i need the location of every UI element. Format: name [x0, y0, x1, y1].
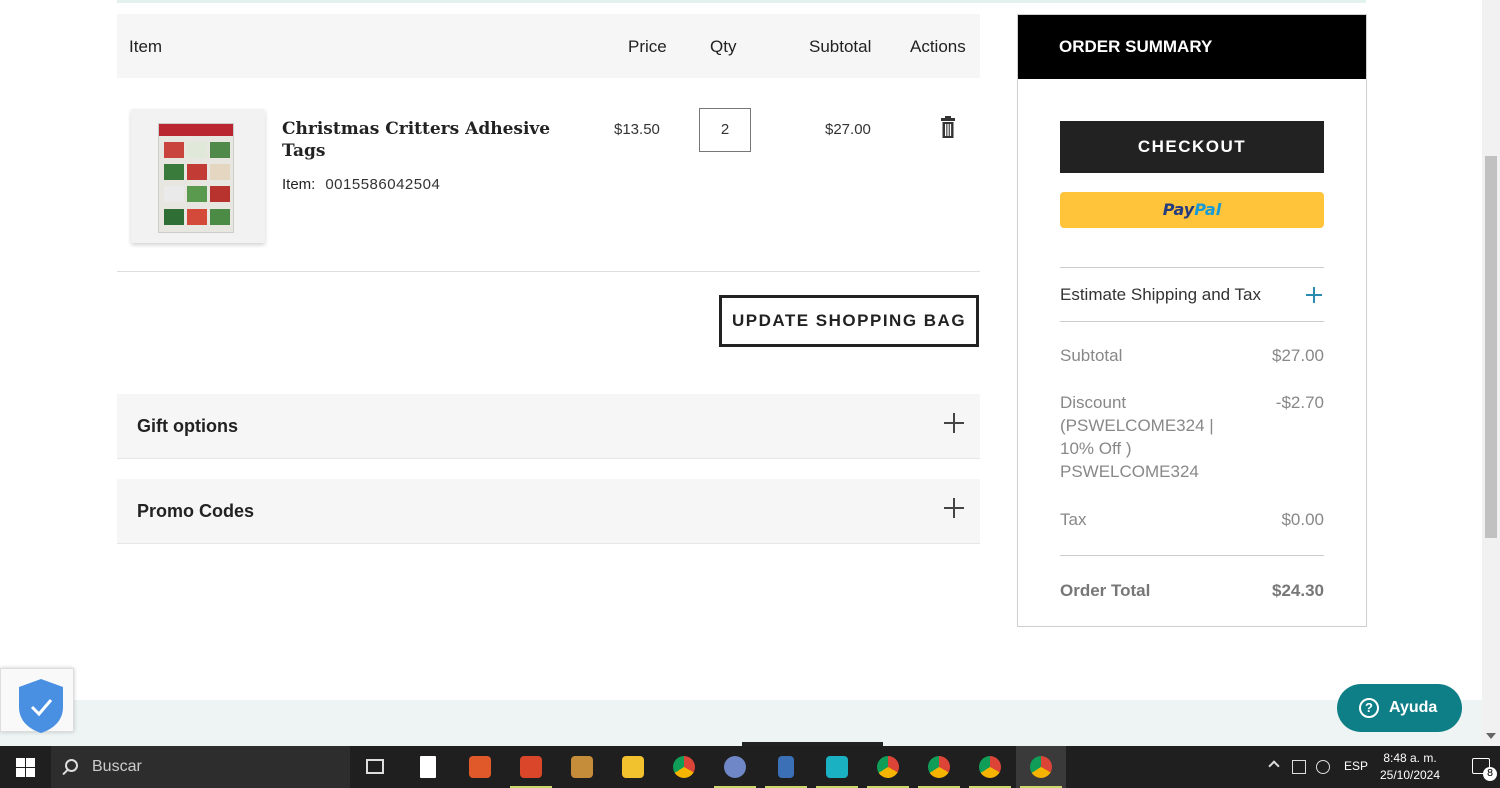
- calculator-icon[interactable]: [761, 746, 811, 788]
- header-actions: Actions: [910, 37, 966, 56]
- monitor-app-icon[interactable]: [812, 746, 862, 788]
- sku-label: Item:: [282, 176, 316, 193]
- estimate-shipping-label: Estimate Shipping and Tax: [1060, 285, 1261, 304]
- discount-label-line: 10% Off ): [1060, 439, 1132, 458]
- chrome-profile-icon-active[interactable]: [1016, 746, 1066, 788]
- plus-icon: [1306, 287, 1322, 303]
- header-qty: Qty: [710, 37, 737, 56]
- clock-date: 25/10/2024: [1379, 768, 1441, 782]
- sku-value: 0015586042504: [325, 176, 441, 193]
- language-indicator[interactable]: ESP: [1344, 759, 1368, 773]
- product-sku: Item: 0015586042504: [282, 176, 440, 193]
- network-icon[interactable]: [1292, 760, 1306, 774]
- update-shopping-bag-button[interactable]: UPDATE SHOPPING BAG: [719, 295, 979, 347]
- plus-icon: [944, 498, 964, 518]
- discount-label-line: Discount: [1060, 393, 1127, 412]
- checkout-button[interactable]: CHECKOUT: [1060, 121, 1324, 173]
- top-strip: [117, 0, 1366, 3]
- chrome-profile-icon-2[interactable]: [914, 746, 964, 788]
- tax-label: Tax: [1060, 510, 1087, 529]
- cart-table-header: Item Price Qty Subtotal Actions: [117, 14, 980, 78]
- chrome-profile-icon[interactable]: [863, 746, 913, 788]
- chrome-icon[interactable]: [659, 746, 709, 788]
- scrollbar-thumb[interactable]: [1485, 156, 1497, 538]
- web-page: Item Price Qty Subtotal Actions Christma…: [0, 0, 1482, 746]
- order-summary-panel: ORDER SUMMARY CHECKOUT PayPal Estimate S…: [1017, 14, 1367, 627]
- page-scrollbar[interactable]: [1482, 0, 1500, 746]
- paypal-logo-pay: Pay: [1162, 200, 1195, 219]
- recaptcha-badge[interactable]: [0, 668, 74, 733]
- promo-codes-accordion[interactable]: Promo Codes: [117, 479, 980, 544]
- header-subtotal: Subtotal: [809, 37, 872, 56]
- paypal-logo-pal: Pal: [1194, 200, 1222, 219]
- product-image: [158, 123, 234, 233]
- unit-price: $13.50: [614, 121, 660, 138]
- quantity-input[interactable]: 2: [699, 108, 751, 152]
- clock-time: 8:48 a. m.: [1383, 751, 1437, 765]
- chevron-up-icon[interactable]: [1268, 760, 1280, 772]
- help-chat-button[interactable]: ? Ayuda: [1337, 684, 1462, 732]
- chrome-profile-icon-3[interactable]: [965, 746, 1015, 788]
- taskbar-search[interactable]: Buscar: [51, 746, 350, 788]
- game-app-icon[interactable]: [455, 746, 505, 788]
- order-summary-title: ORDER SUMMARY: [1018, 15, 1366, 79]
- discount-label-line: PSWELCOME324: [1060, 462, 1199, 481]
- help-label: Ayuda: [1389, 699, 1438, 716]
- cart-item-row: Christmas Critters Adhesive Tags Item: 00…: [117, 78, 980, 272]
- plus-icon: [944, 413, 964, 433]
- file-explorer-icon[interactable]: [608, 746, 658, 788]
- tax-value: $0.00: [1281, 510, 1324, 529]
- subtotal-label: Subtotal: [1060, 346, 1123, 365]
- file-app-icon[interactable]: [402, 746, 452, 788]
- paint-app-icon[interactable]: [557, 746, 607, 788]
- row-subtotal: $27.00: [825, 121, 871, 138]
- windows-taskbar: Buscar ESP 8:48 a. m. 25/10/2024 8: [0, 746, 1500, 788]
- estimate-shipping-toggle[interactable]: Estimate Shipping and Tax: [1060, 267, 1324, 322]
- header-item: Item: [129, 37, 163, 56]
- order-total-value: $24.30: [1272, 581, 1324, 600]
- discount-label-line: (PSWELCOME324 |: [1060, 416, 1214, 435]
- trash-icon[interactable]: [941, 116, 955, 138]
- product-thumbnail[interactable]: [131, 109, 265, 243]
- subtotal-value: $27.00: [1272, 346, 1324, 365]
- discount-value: -$2.70: [1275, 393, 1324, 412]
- gift-options-title: Gift options: [137, 416, 238, 436]
- product-name-link[interactable]: Christmas Critters Adhesive Tags: [282, 118, 562, 162]
- footer-band: [0, 700, 1482, 746]
- discount-label: Discount (PSWELCOME324 | 10% Off ) PSWEL…: [1060, 391, 1214, 483]
- globe-app-icon[interactable]: [710, 746, 760, 788]
- promo-codes-title: Promo Codes: [137, 501, 255, 521]
- game-app-icon-2[interactable]: [506, 746, 556, 788]
- paypal-button[interactable]: PayPal: [1060, 192, 1324, 228]
- gift-options-accordion[interactable]: Gift options: [117, 394, 980, 459]
- volume-icon[interactable]: [1316, 760, 1330, 774]
- header-price: Price: [628, 37, 667, 56]
- summary-divider: [1060, 555, 1324, 556]
- notification-center-icon[interactable]: 8: [1472, 758, 1497, 781]
- clock[interactable]: 8:48 a. m. 25/10/2024: [1378, 750, 1442, 784]
- notification-count: 8: [1483, 767, 1497, 781]
- order-total-label: Order Total: [1060, 581, 1151, 600]
- shield-icon: [19, 679, 63, 733]
- question-icon: ?: [1359, 698, 1379, 718]
- task-view-icon[interactable]: [350, 746, 400, 788]
- search-icon: [65, 759, 78, 772]
- scroll-down-arrow-icon[interactable]: [1486, 733, 1496, 739]
- search-placeholder: Buscar: [92, 758, 142, 775]
- start-button[interactable]: [0, 746, 50, 788]
